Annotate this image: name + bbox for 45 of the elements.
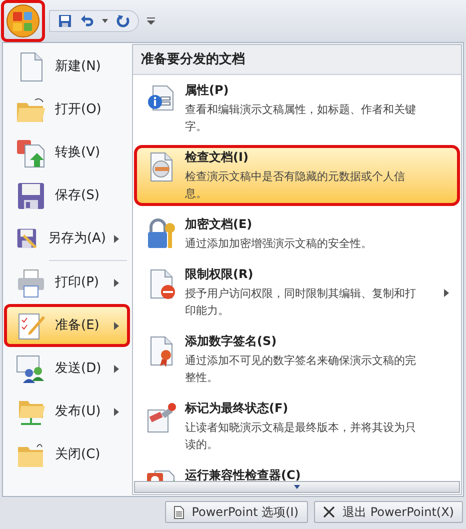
submenu-item[interactable]: 添加数字签名(S) 通过添加不可见的数字签名来确保演示文稿的完整性。 [134,329,460,390]
item-title: 添加数字签名(S) [185,333,278,350]
menu-item[interactable]: 打开(O) [4,88,130,131]
office-button[interactable] [6,4,40,38]
printer-icon [15,266,47,298]
send-people-icon [15,352,47,384]
menu-item[interactable]: 发布(U) [4,390,130,433]
item-title: 运行兼容性检查器(C) [185,467,302,481]
submenu-title: 准备要分发的文档 [133,45,461,75]
menu-item[interactable]: 转换(V) [4,131,130,174]
submenu-item[interactable]: 属性(P) 查看和编辑演示文稿属性，如标题、作者和关键字。 [134,78,460,139]
item-description: 检查演示文稿中是否有隐藏的元数据或个人信息。 [185,169,406,202]
item-title: 加密文档(E) [185,216,254,233]
customize-toolbar-icon[interactable] [147,17,155,25]
options-document-icon [174,506,184,518]
lock-key-icon [145,218,177,250]
undo-icon[interactable] [80,14,94,28]
menu-item[interactable]: 准备(E) [4,304,130,347]
item-description: 查看和编辑演示文稿属性，如标题、作者和关键字。 [185,102,417,135]
save-icon[interactable] [58,14,72,28]
item-description: 授予用户访问权限，同时限制其编辑、复制和打印能力。 [185,286,417,319]
submenu-item[interactable]: 检查文档(I) 检查演示文稿中是否有隐藏的元数据或个人信息。 [134,145,460,206]
down-arrow-icon [294,485,300,489]
menu-item[interactable]: 保存(S) [4,174,130,217]
menu-item[interactable]: 打印(P) [4,261,130,304]
dropdown-caret-icon[interactable] [102,19,108,23]
options-button[interactable]: PowerPoint 选项(I) [164,501,308,523]
submenu-item[interactable]: 标记为最终状态(F) 让读者知晓演示文稿是最终版本，并将其设为只读的。 [134,396,460,457]
stamp-document-icon [145,402,177,434]
submenu-item[interactable]: 加密文档(E) 通过添加加密增强演示文稿的安全性。 [134,212,460,256]
menu-item[interactable]: 新建(N) [4,45,130,88]
menu-item[interactable]: 发送(D) [4,347,130,390]
close-icon [322,506,335,518]
item-description: 通过添加加密增强演示文稿的安全性。 [185,236,373,252]
redo-icon[interactable] [116,14,130,28]
item-description: 通过添加不可见的数字签名来确保演示文稿的完整性。 [185,353,417,386]
item-title: 标记为最终状态(F) [185,400,290,417]
item-description: 让读者知晓演示文稿是最终版本，并将其设为只读的。 [185,420,417,453]
item-title: 限制权限(R) [185,266,254,283]
item-title: 属性(P) [185,82,230,99]
exit-button[interactable]: 退出 PowerPoint(X) [314,501,463,523]
submenu-item[interactable]: 限制权限(R) 授予用户访问权限，同时限制其编辑、复制和打印能力。 [134,262,460,323]
menu-item[interactable]: 另存为(A) [4,217,130,260]
menu-item[interactable]: 关闭(C) [4,433,130,476]
item-title: 检查文档(I) [185,149,250,166]
